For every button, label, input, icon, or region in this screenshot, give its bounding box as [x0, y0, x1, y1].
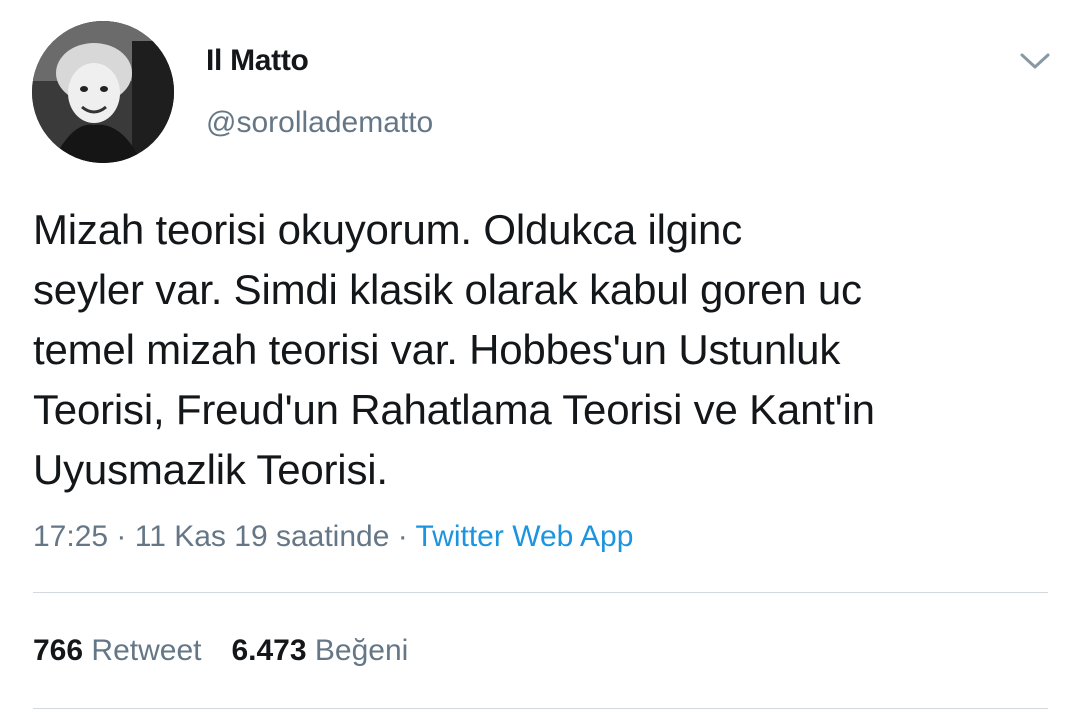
tweet-text-line: seyler var. Simdi klasik olarak kabul go…: [33, 266, 862, 313]
divider: [33, 708, 1048, 709]
tweet-card: Il Matto @sorolladematto Mizah teorisi o…: [0, 0, 1080, 712]
meta-separator: ·: [108, 520, 135, 553]
chevron-down-icon[interactable]: [1018, 48, 1052, 74]
tweet-source-link[interactable]: Twitter Web App: [416, 520, 634, 553]
divider: [33, 592, 1048, 593]
tweet-text: Mizah teorisi okuyorum. Oldukca ilginc s…: [33, 200, 1033, 500]
like-label: Beğeni: [314, 634, 409, 667]
tweet-text-line: Teorisi, Freud'un Rahatlama Teorisi ve K…: [33, 386, 875, 433]
tweet-metadata: 17:25 · 11 Kas 19 saatinde · Twitter Web…: [33, 520, 633, 554]
meta-separator: ·: [389, 520, 416, 553]
display-name[interactable]: Il Matto: [206, 44, 309, 78]
tweet-text-line: temel mizah teorisi var. Hobbes'un Ustun…: [33, 326, 841, 373]
tweet-date[interactable]: 11 Kas 19 saatinde: [135, 520, 390, 553]
avatar[interactable]: [32, 21, 174, 163]
tweet-text-line: Uyusmazlik Teorisi.: [33, 446, 388, 493]
retweet-label: Retweet: [91, 634, 202, 667]
tweet-stats: 766 Retweet 6.473 Beğeni: [33, 634, 408, 668]
retweet-count: 766: [33, 634, 84, 667]
like-count: 6.473: [231, 634, 307, 667]
tweet-time[interactable]: 17:25: [33, 520, 108, 553]
retweet-stat[interactable]: 766 Retweet: [33, 634, 201, 667]
user-handle[interactable]: @sorolladematto: [206, 106, 433, 140]
like-stat[interactable]: 6.473 Beğeni: [231, 634, 408, 667]
profile-photo-icon: [32, 21, 174, 163]
tweet-text-line: Mizah teorisi okuyorum. Oldukca ilginc: [33, 206, 743, 253]
